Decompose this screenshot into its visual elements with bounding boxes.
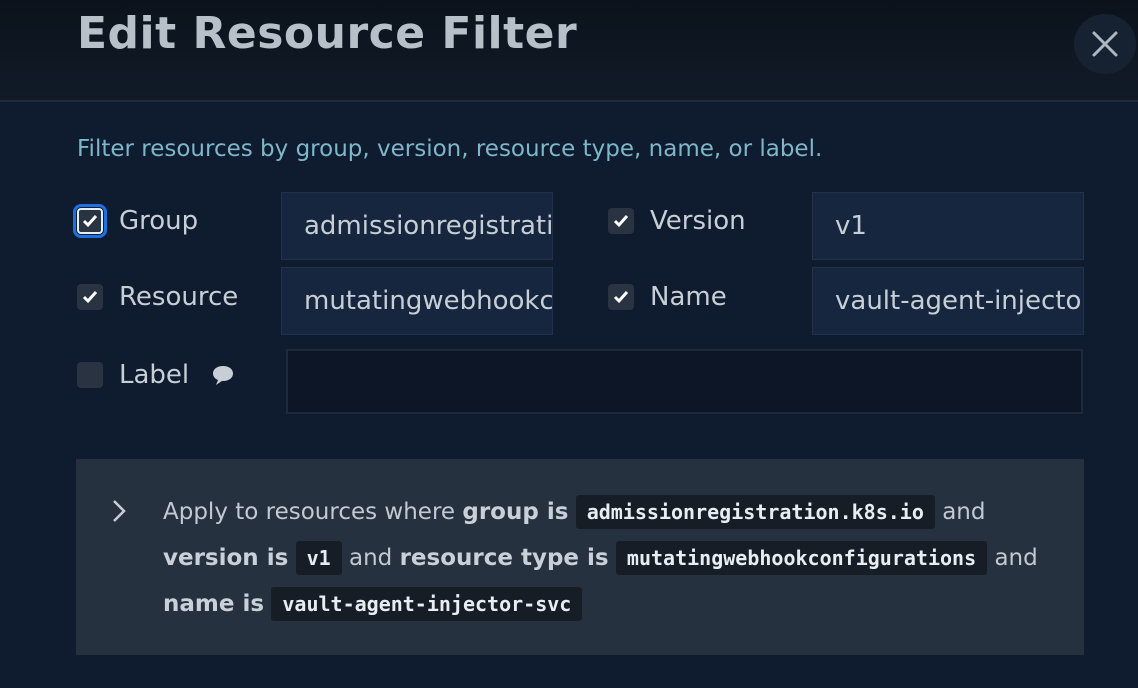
check-icon bbox=[613, 291, 629, 304]
check-icon bbox=[613, 215, 629, 228]
name-checkbox[interactable] bbox=[608, 284, 634, 310]
group-checkbox[interactable] bbox=[73, 204, 107, 238]
name-value: vault-agent-injector-svc bbox=[835, 286, 1083, 316]
resource-label: Resource bbox=[119, 282, 239, 312]
label-filter: Label bbox=[77, 355, 235, 395]
group-input[interactable]: admissionregistration.k8s.io bbox=[281, 192, 553, 260]
version-label: Version bbox=[650, 206, 746, 236]
label-checkbox[interactable] bbox=[77, 362, 103, 388]
summary-name-value: vault-agent-injector-svc bbox=[271, 587, 583, 621]
name-label: Name bbox=[650, 282, 727, 312]
version-filter: Version bbox=[608, 201, 746, 241]
summary-group-value: admissionregistration.k8s.io bbox=[575, 495, 935, 529]
name-filter: Name bbox=[608, 277, 727, 317]
chevron-right-icon[interactable] bbox=[112, 499, 126, 523]
resource-input[interactable]: mutatingwebhookconfigurations bbox=[281, 267, 553, 335]
group-filter: Group bbox=[73, 201, 199, 241]
summary-name-is: name is bbox=[163, 591, 265, 617]
summary-and: and bbox=[942, 499, 986, 525]
resource-checkbox[interactable] bbox=[77, 284, 103, 310]
summary-resource-value: mutatingwebhookconfigurations bbox=[615, 541, 988, 575]
summary-version-is: version is bbox=[163, 545, 289, 571]
check-icon bbox=[82, 215, 98, 228]
version-value: v1 bbox=[835, 211, 867, 241]
group-label: Group bbox=[119, 206, 199, 236]
summary-text: Apply to resources where group is admiss… bbox=[163, 489, 1063, 627]
dialog-description: Filter resources by group, version, reso… bbox=[77, 136, 823, 162]
dialog-header: Edit Resource Filter bbox=[0, 0, 1138, 102]
summary-resource-is: resource type is bbox=[399, 545, 609, 571]
version-checkbox[interactable] bbox=[608, 208, 634, 234]
resource-value: mutatingwebhookconfigurations bbox=[304, 286, 553, 316]
resource-filter: Resource bbox=[77, 277, 238, 317]
close-button[interactable] bbox=[1074, 14, 1136, 74]
summary-and: and bbox=[994, 545, 1038, 571]
summary-and: and bbox=[348, 545, 393, 571]
summary-group-is: group is bbox=[462, 499, 569, 525]
comment-icon[interactable] bbox=[211, 364, 235, 386]
filter-summary: Apply to resources where group is admiss… bbox=[76, 459, 1084, 655]
version-input[interactable]: v1 bbox=[812, 192, 1084, 260]
check-icon bbox=[82, 291, 98, 304]
close-icon bbox=[1092, 31, 1118, 57]
label-label: Label bbox=[119, 360, 190, 390]
name-input[interactable]: vault-agent-injector-svc bbox=[812, 267, 1084, 335]
group-value: admissionregistration.k8s.io bbox=[304, 211, 553, 241]
summary-version-value: v1 bbox=[295, 541, 342, 575]
summary-prefix: Apply to resources where bbox=[163, 499, 456, 525]
dialog-title: Edit Resource Filter bbox=[77, 8, 578, 59]
label-input[interactable] bbox=[286, 349, 1083, 414]
